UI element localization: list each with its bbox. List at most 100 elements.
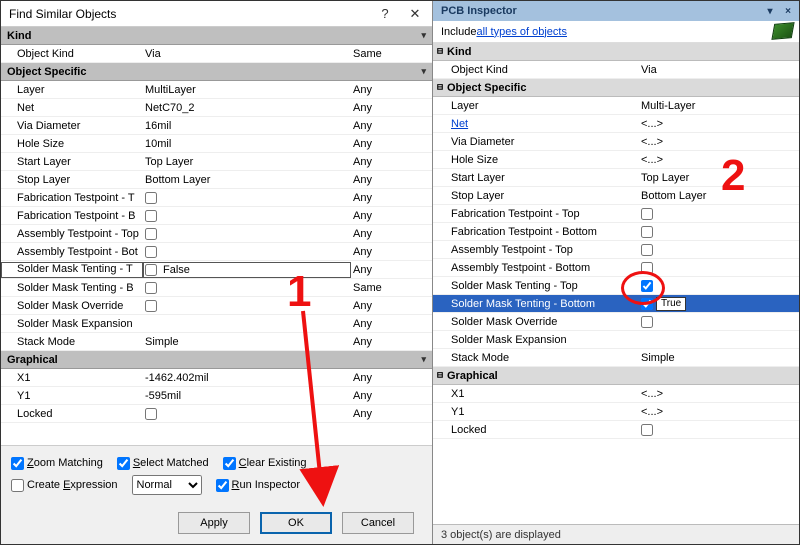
inspector-value[interactable]: [639, 244, 799, 256]
scope-select[interactable]: Any: [351, 174, 432, 186]
property-value[interactable]: [143, 210, 351, 222]
scope-select[interactable]: Any: [351, 372, 432, 384]
property-value[interactable]: MultiLayer: [143, 84, 351, 96]
value-checkbox[interactable]: [145, 192, 157, 204]
help-button[interactable]: ?: [370, 3, 400, 25]
property-value[interactable]: Bottom Layer: [143, 174, 351, 186]
inspector-row[interactable]: Y1<...>: [433, 403, 799, 421]
zoom-matching-checkbox[interactable]: Zoom Matching: [11, 457, 103, 470]
scope-select[interactable]: Any: [351, 300, 432, 312]
ok-button[interactable]: OK: [260, 512, 332, 534]
scope-select[interactable]: Any: [351, 210, 432, 222]
value-edit[interactable]: True: [656, 297, 686, 311]
inspector-row[interactable]: LayerMulti-Layer: [433, 97, 799, 115]
inspector-value[interactable]: True: [639, 297, 799, 311]
property-value[interactable]: [143, 228, 351, 240]
inspector-value[interactable]: <...>: [639, 118, 799, 130]
isection-kind[interactable]: ⊟Kind: [433, 43, 799, 61]
run-inspector-checkbox[interactable]: Run Inspector: [216, 479, 301, 492]
property-row[interactable]: Object KindViaSame: [1, 45, 432, 63]
inspector-row[interactable]: Assembly Testpoint - Bottom: [433, 259, 799, 277]
apply-button[interactable]: Apply: [178, 512, 250, 534]
property-value[interactable]: 16mil: [143, 120, 351, 132]
property-row[interactable]: Stack ModeSimpleAny: [1, 333, 432, 351]
inspector-value[interactable]: <...>: [639, 154, 799, 166]
value-checkbox[interactable]: [641, 424, 653, 436]
property-value[interactable]: -595mil: [143, 390, 351, 402]
property-value[interactable]: [143, 300, 351, 312]
inspector-row[interactable]: Assembly Testpoint - Top: [433, 241, 799, 259]
create-expression-input[interactable]: [11, 479, 24, 492]
property-row[interactable]: Fabrication Testpoint - TAny: [1, 189, 432, 207]
inspector-row[interactable]: Stack ModeSimple: [433, 349, 799, 367]
inspector-link[interactable]: Net: [451, 118, 468, 130]
property-value[interactable]: Via: [143, 48, 351, 60]
property-value[interactable]: [143, 246, 351, 258]
select-matched-input[interactable]: [117, 457, 130, 470]
property-row[interactable]: Via Diameter16milAny: [1, 117, 432, 135]
scope-select[interactable]: Any: [351, 336, 432, 348]
property-row[interactable]: Solder Mask Tenting - TFalseAny: [1, 261, 432, 279]
mask-mode-select[interactable]: Normal: [132, 475, 202, 495]
section-kind[interactable]: Kind▾: [1, 27, 432, 45]
inspector-value[interactable]: [639, 262, 799, 274]
inspector-row[interactable]: Locked: [433, 421, 799, 439]
scope-select[interactable]: Any: [351, 246, 432, 258]
scope-select[interactable]: Same: [351, 282, 432, 294]
property-row[interactable]: LockedAny: [1, 405, 432, 423]
inspector-row[interactable]: Solder Mask Override: [433, 313, 799, 331]
scope-select[interactable]: Any: [351, 138, 432, 150]
inspector-value[interactable]: Simple: [639, 352, 799, 364]
property-value[interactable]: Simple: [143, 336, 351, 348]
property-value[interactable]: [143, 282, 351, 294]
scope-select[interactable]: Any: [351, 102, 432, 114]
clear-existing-checkbox[interactable]: Clear Existing: [223, 457, 307, 470]
inspector-value[interactable]: [639, 316, 799, 328]
inspector-value[interactable]: <...>: [639, 388, 799, 400]
close-panel-button[interactable]: ×: [779, 3, 797, 19]
inspector-row[interactable]: Fabrication Testpoint - Top: [433, 205, 799, 223]
property-row[interactable]: LayerMultiLayerAny: [1, 81, 432, 99]
inspector-value[interactable]: Via: [639, 64, 799, 76]
cancel-button[interactable]: Cancel: [342, 512, 414, 534]
inspector-row[interactable]: Fabrication Testpoint - Bottom: [433, 223, 799, 241]
inspector-row[interactable]: X1<...>: [433, 385, 799, 403]
inspector-row[interactable]: Via Diameter<...>: [433, 133, 799, 151]
value-checkbox[interactable]: [641, 316, 653, 328]
scope-select[interactable]: Any: [351, 408, 432, 420]
inspector-value[interactable]: <...>: [639, 406, 799, 418]
property-row[interactable]: Solder Mask OverrideAny: [1, 297, 432, 315]
value-checkbox[interactable]: [641, 244, 653, 256]
inspector-row[interactable]: Start LayerTop Layer: [433, 169, 799, 187]
inspector-value[interactable]: Bottom Layer: [639, 190, 799, 202]
value-checkbox[interactable]: [641, 262, 653, 274]
value-checkbox[interactable]: [145, 210, 157, 222]
property-value[interactable]: -1462.402mil: [143, 372, 351, 384]
value-checkbox[interactable]: [145, 228, 157, 240]
scope-select[interactable]: Any: [351, 120, 432, 132]
scope-select[interactable]: Any: [351, 390, 432, 402]
scope-select[interactable]: Any: [351, 156, 432, 168]
inspector-row[interactable]: Solder Mask Tenting - Top: [433, 277, 799, 295]
property-row[interactable]: Hole Size10milAny: [1, 135, 432, 153]
property-row[interactable]: Assembly Testpoint - BotAny: [1, 243, 432, 261]
include-link[interactable]: all types of objects: [476, 26, 567, 38]
value-checkbox[interactable]: [145, 408, 157, 420]
inspector-value[interactable]: [639, 226, 799, 238]
scope-select[interactable]: Any: [351, 192, 432, 204]
inspector-row[interactable]: Solder Mask Expansion: [433, 331, 799, 349]
inspector-value[interactable]: <...>: [639, 136, 799, 148]
scope-select[interactable]: Any: [351, 264, 432, 276]
value-checkbox[interactable]: [641, 208, 653, 220]
property-value[interactable]: [143, 408, 351, 420]
create-expression-checkbox[interactable]: Create Expression: [11, 479, 118, 492]
scope-select[interactable]: Any: [351, 228, 432, 240]
property-row[interactable]: Solder Mask Tenting - BSame: [1, 279, 432, 297]
close-button[interactable]: ✕: [400, 3, 430, 25]
isection-objspec[interactable]: ⊟Object Specific: [433, 79, 799, 97]
inspector-value[interactable]: [639, 280, 799, 292]
property-value[interactable]: 10mil: [143, 138, 351, 150]
inspector-value[interactable]: Multi-Layer: [639, 100, 799, 112]
property-value[interactable]: Top Layer: [143, 156, 351, 168]
inspector-row[interactable]: Solder Mask Tenting - BottomTrue: [433, 295, 799, 313]
